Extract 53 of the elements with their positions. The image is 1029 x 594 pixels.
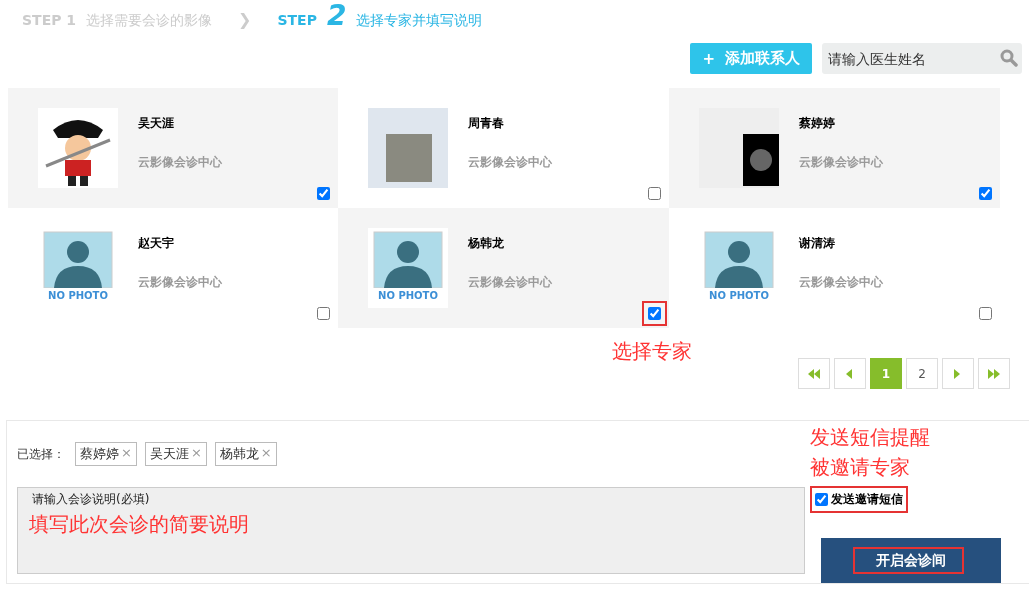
step-label: STEP [277, 12, 317, 28]
double-triangle-icon [806, 366, 822, 381]
expert-organization: 云影像会诊中心 [468, 154, 552, 171]
expert-card[interactable]: NO PHOTO 杨韩龙 云影像会诊中心 [338, 208, 669, 328]
page-button[interactable]: 2 [906, 358, 938, 389]
expert-card[interactable]: 吴天涯 云影像会诊中心 [8, 88, 338, 208]
expert-card[interactable]: NO PHOTO 谢清涛 云影像会诊中心 [669, 208, 1000, 328]
next-page-button[interactable] [942, 358, 974, 389]
step-number: 2 [326, 6, 347, 26]
select-checkbox[interactable] [317, 307, 330, 320]
expert-name: 谢清涛 [799, 235, 836, 252]
expert-organization: 云影像会诊中心 [468, 274, 552, 291]
select-checkbox[interactable] [648, 307, 661, 320]
annotation-text: 发送短信提醒 被邀请专家 [810, 424, 931, 481]
send-sms-checkbox[interactable] [815, 493, 828, 506]
no-photo-label: NO PHOTO [709, 290, 769, 301]
expert-name: 杨韩龙 [468, 235, 505, 252]
expert-organization: 云影像会诊中心 [799, 274, 883, 291]
expert-card[interactable]: 周青春 云影像会诊中心 [338, 88, 669, 208]
expert-organization: 云影像会诊中心 [138, 154, 222, 171]
prev-page-button[interactable] [834, 358, 866, 389]
silhouette-icon [372, 228, 444, 288]
step-title: 选择专家并填写说明 [356, 12, 483, 30]
select-checkbox[interactable] [979, 307, 992, 320]
no-photo-label: NO PHOTO [378, 290, 438, 301]
no-photo-label: NO PHOTO [48, 290, 108, 301]
double-triangle-icon [986, 366, 1002, 381]
search-icon[interactable] [1000, 49, 1018, 67]
start-consultation-button[interactable]: 开启会诊间 [821, 538, 1001, 583]
select-checkbox[interactable] [317, 187, 330, 200]
selected-expert-tag[interactable]: 吴天涯× [144, 442, 207, 466]
silhouette-icon [703, 228, 775, 288]
silhouette-icon [42, 228, 114, 288]
selected-expert-tag[interactable]: 蔡婷婷× [75, 442, 137, 466]
chevron-icon: ❯ [238, 10, 252, 29]
expert-card[interactable]: 蔡婷婷 云影像会诊中心 [669, 88, 1000, 208]
last-page-button[interactable] [978, 358, 1010, 389]
expert-card[interactable]: NO PHOTO 赵天宇 云影像会诊中心 [8, 208, 338, 328]
select-checkbox[interactable] [979, 187, 992, 200]
expert-name: 蔡婷婷 [799, 115, 836, 132]
search-field[interactable]: 请输入医生姓名 [822, 43, 1022, 74]
send-sms-label: 发送邀请短信 [831, 491, 903, 508]
expert-name: 吴天涯 [138, 115, 175, 132]
annotation-text: 选择专家 [612, 338, 692, 365]
expert-organization: 云影像会诊中心 [138, 274, 222, 291]
first-page-button[interactable] [798, 358, 830, 389]
expert-organization: 云影像会诊中心 [799, 154, 883, 171]
expert-name: 周青春 [468, 115, 505, 132]
selected-expert-tag[interactable]: 杨韩龙× [214, 442, 277, 466]
selected-label: 已选择： [17, 445, 65, 463]
expert-name: 赵天宇 [138, 235, 175, 252]
select-checkbox[interactable] [648, 187, 661, 200]
annotation-text: 填写此次会诊的简要说明 [29, 511, 249, 538]
